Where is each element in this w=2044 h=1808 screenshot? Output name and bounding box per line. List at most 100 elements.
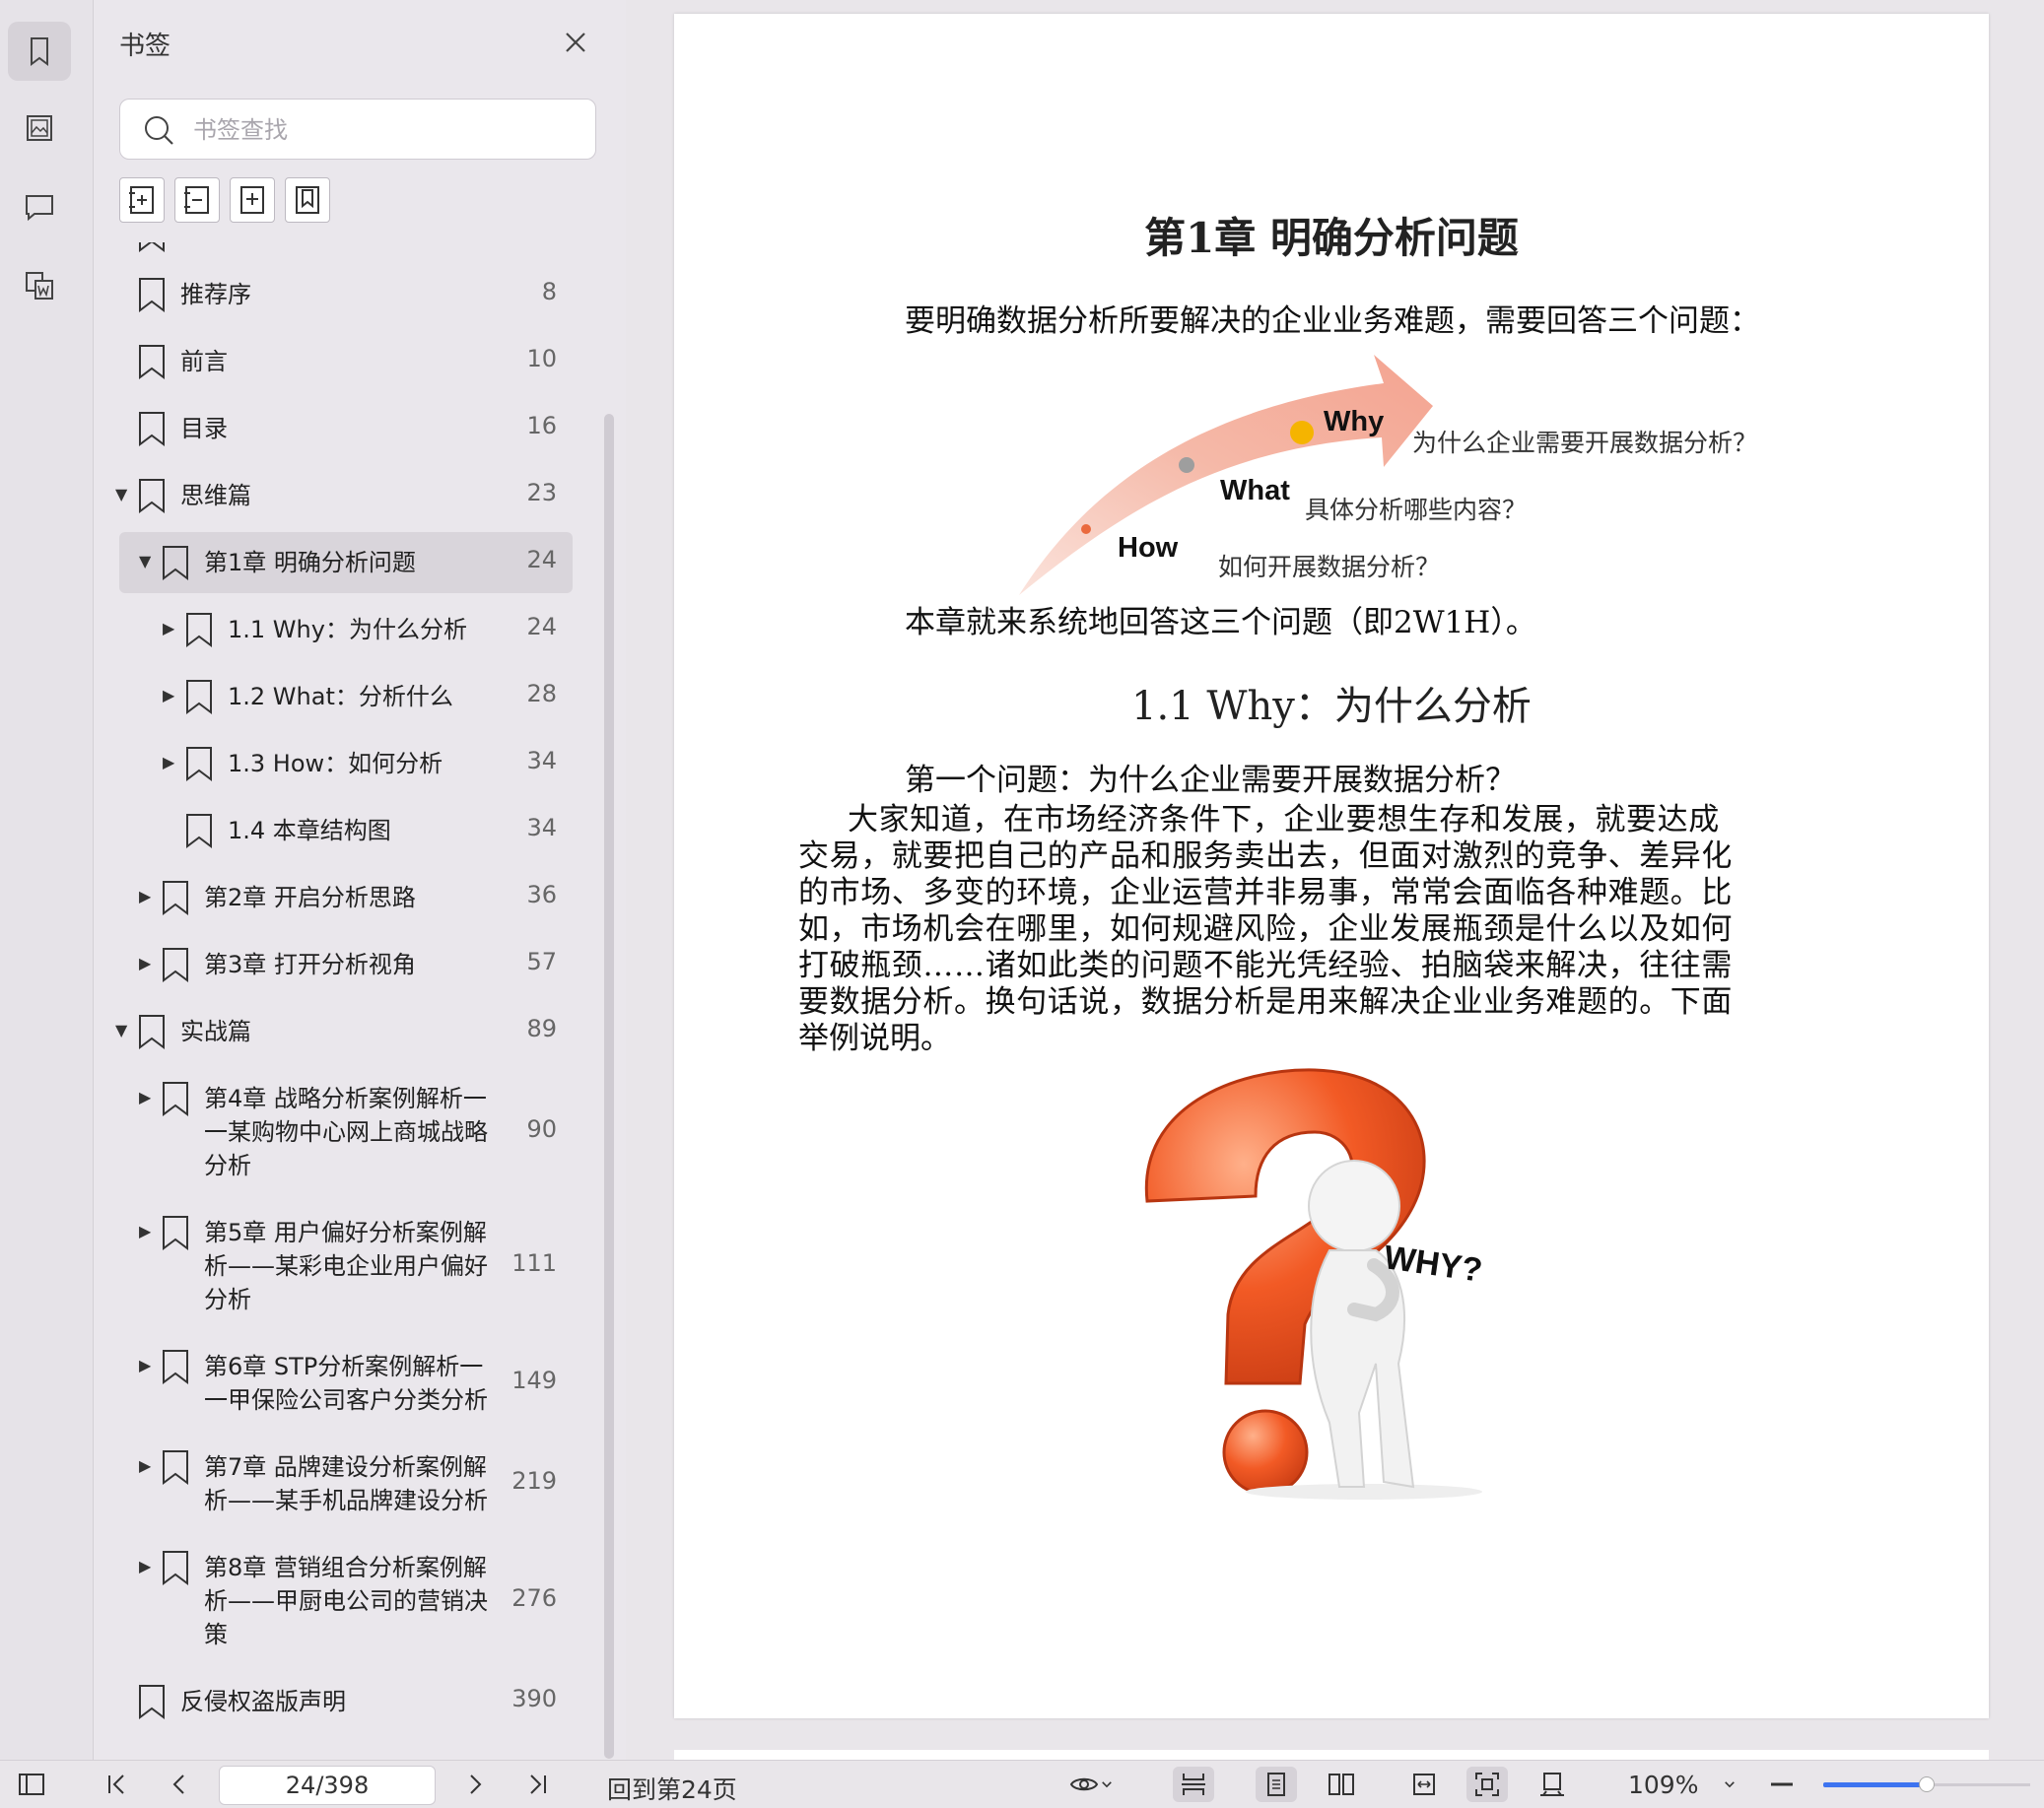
bookmark-label-line: 一甲保险公司客户分类分析 (204, 1386, 488, 1414)
zoom-dropdown[interactable] (1715, 1767, 1744, 1802)
expanded-arrow-icon[interactable]: ▼ (115, 485, 127, 503)
bookmark-label: 第8章 营销组合分析案例解 析——甲厨电公司的营销决策 (204, 1551, 500, 1651)
toggle-sidebar-button[interactable] (14, 1767, 49, 1802)
page-rotate-icon (1540, 1773, 1564, 1796)
next-page-button[interactable] (457, 1767, 493, 1802)
sidebar-toggle-icon (19, 1774, 44, 1795)
add-bookmark-button[interactable] (230, 177, 275, 223)
page-number-input[interactable] (219, 1766, 436, 1805)
bookmark-item[interactable]: ▼ 第1章 明确分析问题 24 (119, 532, 573, 593)
bookmark-label-line: 第5章 用户偏好分析案例解 (204, 1219, 487, 1246)
bookmark-item[interactable]: ▶ 第8章 营销组合分析案例解 析——甲厨电公司的营销决策 276 (119, 1537, 573, 1665)
minus-icon (1771, 1782, 1793, 1786)
bookmark-icon (163, 1082, 188, 1116)
bookmark-page-number: 57 (526, 948, 557, 975)
bookmark-label: 思维篇 (180, 482, 251, 509)
collapsed-arrow-icon[interactable]: ▶ (139, 1356, 151, 1374)
zoom-out-button[interactable] (1764, 1767, 1800, 1802)
zoom-slider-handle[interactable] (1919, 1776, 1935, 1792)
collapsed-arrow-icon[interactable]: ▶ (139, 1557, 151, 1575)
bookmark-panel-button[interactable] (8, 22, 71, 81)
what-marker-icon (1179, 457, 1194, 473)
chevron-right-icon (470, 1775, 482, 1794)
bookmark-item[interactable]: 1.4 本章结构图 34 (119, 800, 573, 861)
bookmark-item[interactable]: ▶ 第4章 战略分析案例解析一 一某购物中心网上商城战略 分析 90 (119, 1068, 573, 1196)
bookmark-item[interactable]: 反侵权盗版声明 390 (119, 1671, 573, 1732)
rotate-button[interactable] (1532, 1767, 1573, 1802)
bookmark-item[interactable]: ▶ 第3章 打开分析视角 57 (119, 934, 573, 995)
zoom-value[interactable]: 109% (1628, 1771, 1698, 1799)
status-bar: 回到第24页 109% (0, 1760, 2044, 1808)
export-panel-button[interactable] (8, 256, 71, 315)
bookmark-label: 1.2 What：分析什么 (228, 683, 453, 710)
bookmark-page-number: 34 (526, 814, 557, 841)
section-title: 1.1 Why：为什么分析 (1131, 684, 1532, 729)
bookmark-page-number: 219 (511, 1467, 557, 1495)
view-mode-button[interactable] (1062, 1767, 1122, 1802)
collapsed-arrow-icon[interactable]: ▶ (163, 619, 174, 637)
body-line: 举例说明。 (798, 1021, 951, 1056)
bookmark-item[interactable]: ▼ 实战篇 89 (115, 1001, 573, 1062)
bookmark-button[interactable] (285, 177, 330, 223)
first-page-button[interactable] (99, 1767, 134, 1802)
chevron-left-icon (172, 1775, 184, 1794)
continuous-scroll-button[interactable] (1173, 1767, 1214, 1802)
bookmark-icon (139, 278, 165, 312)
bookmark-page-number: 34 (526, 747, 557, 774)
bookmark-item[interactable]: ▶ 第6章 STP分析案例解析一 一甲保险公司客户分类分析 149 (119, 1336, 573, 1431)
last-page-button[interactable] (520, 1767, 556, 1802)
collapsed-arrow-icon[interactable]: ▶ (139, 1088, 151, 1106)
bookmark-label: 第1章 明确分析问题 (204, 549, 416, 576)
bookmark-label: 推荐序 (180, 281, 251, 308)
expanded-arrow-icon[interactable]: ▼ (115, 1021, 127, 1039)
close-icon[interactable] (559, 26, 592, 59)
collapsed-arrow-icon[interactable]: ▶ (163, 686, 174, 704)
collapsed-arrow-icon[interactable]: ▶ (163, 753, 174, 771)
bookmark-item[interactable]: ▶ 第5章 用户偏好分析案例解 析——某彩电企业用户偏好 分析 111 (119, 1202, 573, 1330)
bookmark-page-number: 390 (511, 1685, 557, 1712)
bookmark-item[interactable]: 目录 16 (119, 398, 573, 459)
zoom-slider-fill (1823, 1782, 1927, 1787)
last-page-icon (530, 1775, 546, 1794)
bookmark-label: 第5章 用户偏好分析案例解 析——某彩电企业用户偏好 分析 (204, 1216, 500, 1316)
bookmark-icon (139, 345, 165, 379)
bookmark-item[interactable]: ▶ 1.1 Why：为什么分析 24 (119, 599, 573, 660)
collapsed-arrow-icon[interactable]: ▶ (139, 954, 151, 972)
goto-page-link[interactable]: 回到第24页 (607, 1771, 737, 1806)
bookmark-outline-icon (296, 186, 319, 214)
chevron-down-icon (1102, 1781, 1112, 1788)
document-view[interactable]: 第1章 明确分析问题 要明确数据分析所要解决的企业业务难题，需要回答三个问题： … (627, 0, 2044, 1770)
bookmark-item[interactable]: ▶ 第7章 品牌建设分析案例解 析——某手机品牌建设分析 219 (119, 1437, 573, 1531)
fit-width-button[interactable] (1403, 1767, 1445, 1802)
bookmark-label: 第7章 品牌建设分析案例解 析——某手机品牌建设分析 (204, 1450, 500, 1517)
previous-page-button[interactable] (162, 1767, 197, 1802)
comment-panel-button[interactable] (8, 177, 71, 236)
expanded-arrow-icon[interactable]: ▼ (139, 552, 151, 570)
bookmark-scrollbar[interactable] (604, 414, 614, 1759)
bookmark-label: 1.3 How：如何分析 (228, 750, 443, 777)
collapsed-arrow-icon[interactable]: ▶ (139, 887, 151, 905)
bookmark-item[interactable]: ▼ 思维篇 23 (115, 465, 573, 526)
bookmark-item[interactable]: 推荐序 8 (119, 264, 573, 325)
collapsed-arrow-icon[interactable]: ▶ (139, 1222, 151, 1240)
bookmark-item[interactable]: 前言 10 (119, 331, 573, 392)
page: 第1章 明确分析问题 要明确数据分析所要解决的企业业务难题，需要回答三个问题： … (674, 14, 1989, 1718)
single-page-button[interactable] (1256, 1767, 1297, 1802)
word-convert-icon (26, 272, 53, 300)
bookmark-icon (139, 479, 165, 513)
bookmark-item[interactable]: ▶ 1.2 What：分析什么 28 (119, 666, 573, 727)
search-input[interactable] (191, 109, 579, 151)
figure-2w1h: Why 为什么企业需要开展数据分析？ What 具体分析哪些内容？ How 如何… (970, 339, 1758, 605)
bookmark-add-icon (240, 186, 264, 214)
bookmark-page-number: 16 (526, 412, 557, 439)
bookmark-item[interactable] (119, 242, 573, 252)
bookmark-item[interactable]: ▶ 第2章 开启分析思路 36 (119, 867, 573, 928)
thumbnail-panel-button[interactable] (8, 99, 71, 158)
collapse-all-button[interactable] (174, 177, 220, 223)
bookmark-item[interactable]: ▶ 1.3 How：如何分析 34 (119, 733, 573, 794)
fit-page-button[interactable] (1466, 1767, 1508, 1802)
two-page-button[interactable] (1321, 1767, 1362, 1802)
expand-all-button[interactable] (119, 177, 165, 223)
collapsed-arrow-icon[interactable]: ▶ (139, 1456, 151, 1475)
sidebar-rail (0, 0, 94, 1760)
